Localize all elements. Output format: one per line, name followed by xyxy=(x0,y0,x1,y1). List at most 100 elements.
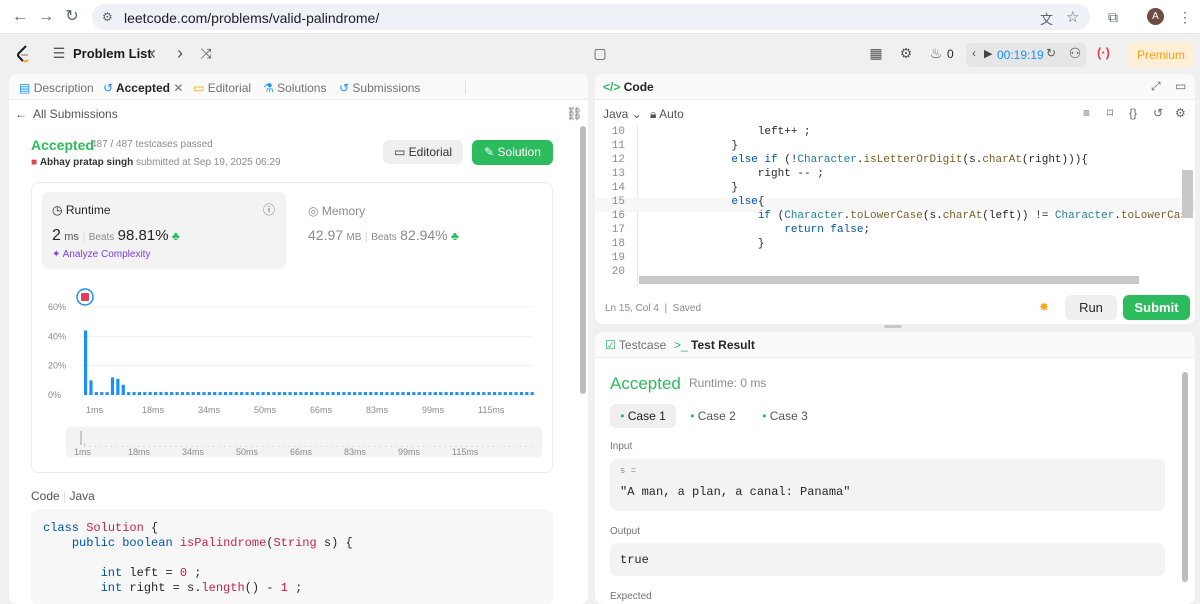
format-icon[interactable]: ≡ xyxy=(1083,106,1090,120)
chart-bar xyxy=(84,330,88,395)
chart-bar xyxy=(310,392,314,395)
result-scrollbar[interactable] xyxy=(1182,372,1188,582)
case-2-tab[interactable]: • Case 2 xyxy=(685,404,741,428)
tab-accepted[interactable]: ↺ Accepted ✕ xyxy=(103,81,183,95)
left-scrollbar[interactable] xyxy=(580,126,586,394)
list-icon[interactable]: ☰ xyxy=(52,45,66,62)
overview-tick-label: 99ms xyxy=(398,447,421,457)
language-select[interactable]: Java ⌄ xyxy=(603,107,642,121)
translate-icon[interactable]: 文 xyxy=(1040,9,1053,28)
extensions-icon[interactable]: ⧉ xyxy=(1104,8,1122,26)
code-editor[interactable]: 10 11 12 13 14 15 16 17 18 19 20 left++ ; } else i… xyxy=(595,126,1195,286)
chart-bar xyxy=(272,392,276,395)
line-number: 17 xyxy=(611,224,625,236)
forward-icon[interactable]: → xyxy=(36,7,56,27)
test-result-panel: ☑ Testcase >_ Test Result Accepted Runti… xyxy=(595,332,1195,604)
tab-test-result[interactable]: >_ Test Result xyxy=(674,338,755,352)
premium-button[interactable]: Premium xyxy=(1128,42,1194,68)
overview-tick-label: 66ms xyxy=(290,447,313,457)
result-status: Accepted xyxy=(610,374,681,393)
settings-icon[interactable]: ⚙ xyxy=(1175,106,1186,120)
case-1-tab[interactable]: • Case 1 xyxy=(610,404,676,428)
reload-icon[interactable]: ↻ xyxy=(62,7,82,27)
overview-bar xyxy=(159,446,161,447)
site-info-icon[interactable]: ⚙ xyxy=(102,10,113,24)
chart-bar xyxy=(132,392,136,395)
info-icon[interactable]: ⓘ xyxy=(263,201,275,218)
share-link-icon[interactable]: ⛓ xyxy=(566,106,583,122)
submit-button[interactable]: Submit xyxy=(1123,295,1190,320)
horizontal-scrollbar[interactable] xyxy=(639,276,1139,284)
shuffle-icon[interactable]: ⤨ xyxy=(198,45,214,62)
tab-solutions[interactable]: ⚗ Solutions xyxy=(263,81,326,95)
play-icon[interactable]: ▶ xyxy=(984,47,992,60)
chart-bar xyxy=(170,392,174,395)
tab-submissions[interactable]: ↺ Submissions xyxy=(339,81,420,95)
overview-bar xyxy=(482,446,484,447)
note-icon[interactable]: ▢ xyxy=(592,45,608,62)
chart-bar xyxy=(471,392,475,395)
problem-list-link[interactable]: Problem List xyxy=(73,46,152,61)
code-line: left++ ; xyxy=(705,126,811,138)
auto-mode[interactable]: 🔒︎ Auto xyxy=(650,107,684,122)
code-header: Code | Java xyxy=(31,489,95,503)
notification-icon[interactable]: (·) xyxy=(1097,45,1110,60)
settings-gear-icon[interactable]: ⚙ xyxy=(898,45,914,62)
streak-fire-icon[interactable]: ♨ xyxy=(928,45,944,62)
resize-handle[interactable] xyxy=(884,325,902,328)
editorial-button[interactable]: ▭ Editorial xyxy=(383,140,463,164)
run-button[interactable]: Run xyxy=(1065,295,1117,320)
chart-bar xyxy=(94,392,98,395)
chart-bar xyxy=(412,392,416,395)
chart-bar xyxy=(423,392,427,395)
close-tab-icon[interactable]: ✕ xyxy=(173,81,183,95)
bookmark-icon[interactable]: ⌑ xyxy=(1107,106,1113,120)
layout-icon[interactable]: ▦ xyxy=(868,45,884,62)
x-tick-label: 66ms xyxy=(310,405,333,415)
overview-bar xyxy=(530,446,532,447)
menu-dots-icon[interactable]: ⋮ xyxy=(1176,8,1194,26)
code-line: } xyxy=(705,182,739,194)
chart-bar xyxy=(186,392,190,395)
runtime-card[interactable]: ◷ Runtime ⓘ 2 ms | Beats 98.81% ♣ ✦ Anal… xyxy=(42,192,286,269)
overview-bar xyxy=(449,446,452,447)
all-submissions-link[interactable]: ← All Submissions xyxy=(15,107,118,121)
fullscreen-icon[interactable]: ⤢ xyxy=(1151,79,1161,94)
solution-button[interactable]: ✎ Solution xyxy=(472,140,553,165)
tab-testcase[interactable]: ☑ Testcase xyxy=(605,338,666,352)
clock-icon: ◷ xyxy=(52,203,63,217)
chart-bar xyxy=(466,392,470,395)
memory-label[interactable]: ◎ Memory xyxy=(308,204,365,218)
tab-code[interactable]: </> Code xyxy=(603,80,654,94)
case-3-tab[interactable]: • Case 3 xyxy=(757,404,813,428)
add-user-icon[interactable]: ⚇ xyxy=(1066,45,1084,62)
app-bar: ☰ Problem List ‹ › ⤨ ▢ ▦ ⚙ ♨ 0 ‹ ▶ 00:19… xyxy=(0,34,1200,72)
reset-code-icon[interactable]: ↺ xyxy=(1153,106,1163,120)
chart-bar xyxy=(331,392,335,395)
timer-collapse-icon[interactable]: ‹ xyxy=(972,46,976,60)
runtime-distribution-chart[interactable]: 60% 40% 20% 0% 1ms 18ms 34ms 50ms 66ms 83ms 99ms 11… xyxy=(32,277,552,472)
reset-timer-icon[interactable]: ↻ xyxy=(1046,46,1056,60)
analyze-complexity-link[interactable]: ✦ Analyze Complexity xyxy=(52,249,150,260)
vertical-scrollbar[interactable] xyxy=(1182,170,1193,218)
overview-tick-label: 1ms xyxy=(74,447,92,457)
runtime-label: ◷ Runtime xyxy=(52,203,111,217)
braces-icon[interactable]: {} xyxy=(1129,106,1137,120)
overview-bar xyxy=(94,446,96,447)
tab-description[interactable]: ▤ Description xyxy=(19,81,94,95)
chart-bar xyxy=(353,392,357,395)
maximize-icon[interactable]: ▭ xyxy=(1175,79,1186,93)
bookmark-star-icon[interactable]: ☆ xyxy=(1066,8,1079,26)
leetcode-logo-icon[interactable] xyxy=(16,45,32,63)
address-bar[interactable]: ⚙ leetcode.com/problems/valid-palindrome… xyxy=(92,4,1090,30)
prev-problem-icon[interactable]: ‹ xyxy=(146,43,160,64)
author-name[interactable]: Abhay pratap singh xyxy=(40,157,133,168)
next-problem-icon[interactable]: › xyxy=(173,43,187,64)
overview-bar xyxy=(223,446,226,447)
chart-bar xyxy=(121,384,125,395)
profile-avatar[interactable]: A xyxy=(1147,8,1164,25)
back-icon[interactable]: ← xyxy=(10,7,30,27)
chart-bar xyxy=(234,392,238,395)
debug-icon[interactable]: ✸ xyxy=(1039,300,1049,314)
tab-editorial[interactable]: ▭ Editorial xyxy=(193,81,251,95)
